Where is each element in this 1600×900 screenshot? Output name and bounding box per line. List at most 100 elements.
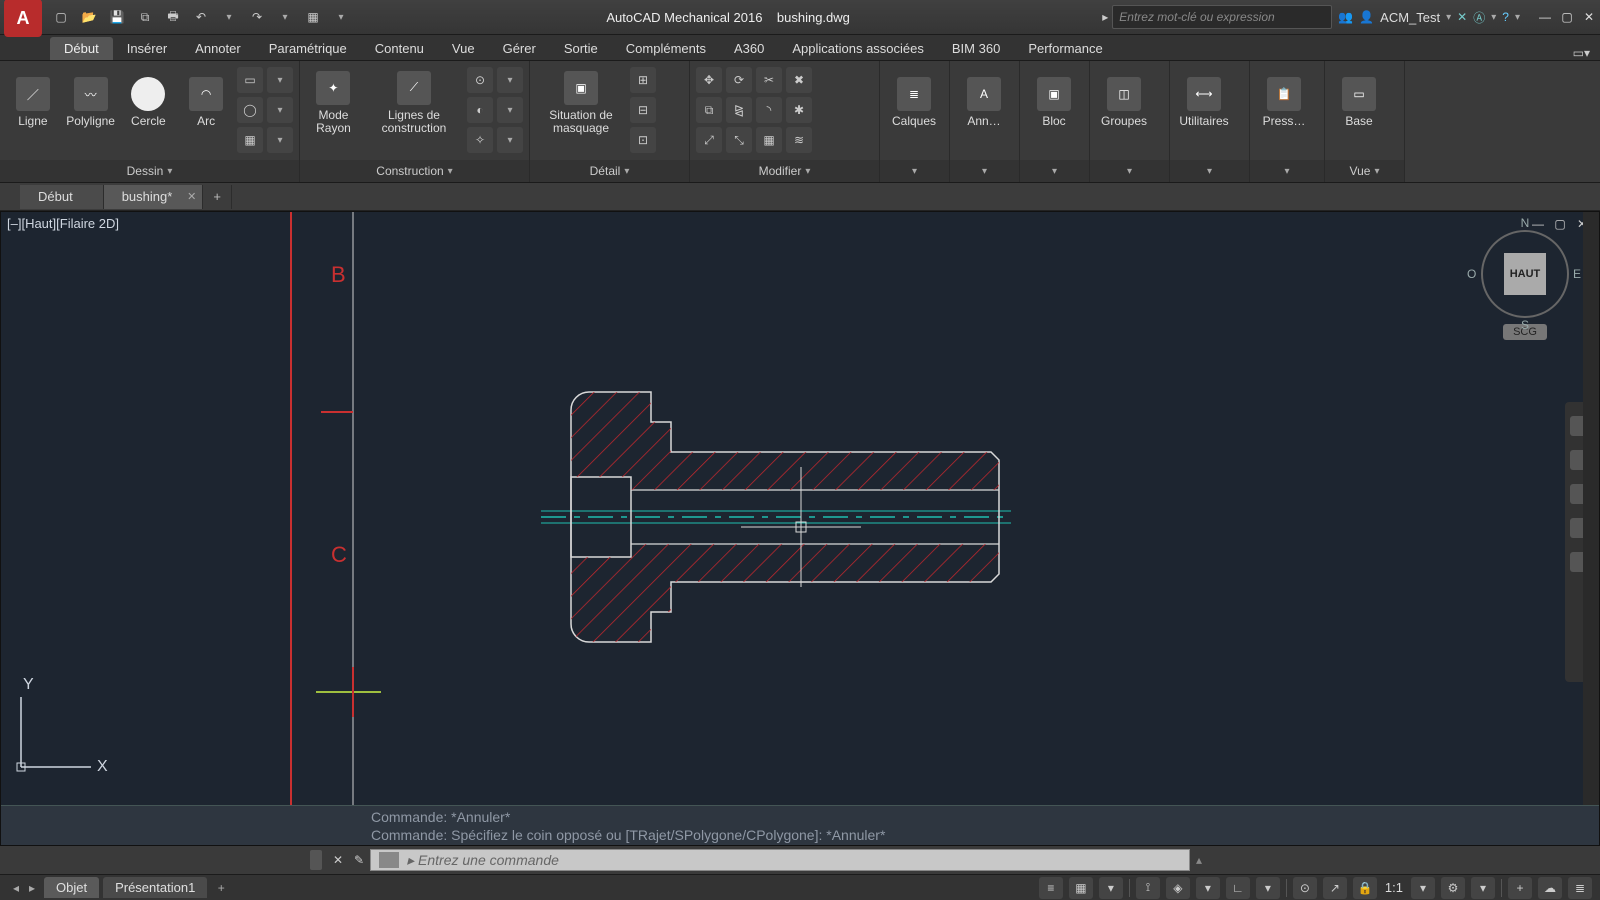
drawing-viewport[interactable]: [–][Haut][Filaire 2D] — ▢ ✕ N S E O HAUT… [0,211,1600,846]
utilitaires-button[interactable]: ⟷Utilitaires [1176,63,1232,143]
layout-scroll-left-icon[interactable]: ◂ [8,881,24,895]
status-grid-icon[interactable]: ▦ [1069,877,1093,899]
status-custom-icon[interactable]: ≣ [1568,877,1592,899]
status-iso-dd-icon[interactable]: ▾ [1196,877,1220,899]
panel-modifier-expand-icon[interactable]: ▾ [805,166,810,177]
tab-vue[interactable]: Vue [438,37,489,60]
undo-dropdown-icon[interactable]: ▾ [216,4,242,30]
help-icon[interactable]: ? [1502,10,1509,24]
maximize-button[interactable]: ▢ [1556,6,1578,28]
tab-applications[interactable]: Applications associées [778,37,938,60]
tab-bim360[interactable]: BIM 360 [938,37,1014,60]
scrollbar-vertical[interactable] [1583,212,1599,829]
tab-contenu[interactable]: Contenu [361,37,438,60]
panel-construction-expand-icon[interactable]: ▾ [448,166,453,177]
constr-d2-icon[interactable]: ▾ [497,97,523,123]
tab-inserer[interactable]: Insérer [113,37,181,60]
tab-performance[interactable]: Performance [1014,37,1116,60]
status-snap-icon[interactable]: ⟟ [1136,877,1160,899]
command-customize-icon[interactable]: ✎ [348,853,370,867]
hatch-tool-icon[interactable]: ▦ [237,127,263,153]
status-cloud-icon[interactable]: ☁ [1538,877,1562,899]
fillet-icon[interactable]: ◝ [756,97,782,123]
offset-icon[interactable]: ≋ [786,127,812,153]
file-tab-bushing[interactable]: bushing*✕ [104,185,204,209]
user-dropdown-icon[interactable]: ▾ [1446,12,1451,23]
panel-annotation-expand-icon[interactable]: ▾ [982,166,987,177]
construction-lines-button[interactable]: ⟋Lignes de construction [365,63,463,143]
signin-icon[interactable]: 👥 [1338,10,1353,24]
groupes-button[interactable]: ◫Groupes [1096,63,1152,143]
status-grid-dd-icon[interactable]: ▾ [1099,877,1123,899]
mode-rayon-button[interactable]: ✦Mode Rayon [306,63,361,143]
rect-tool-icon[interactable]: ▭ [237,67,263,93]
redo-icon[interactable]: ↷ [244,4,270,30]
annotation-button[interactable]: AAnn… [956,63,1012,143]
constr-t1-icon[interactable]: ⊙ [467,67,493,93]
app-logo[interactable]: A [4,0,42,37]
constr-d1-icon[interactable]: ▾ [497,67,523,93]
polyligne-button[interactable]: 〰Polyligne [64,63,118,143]
command-recent-icon[interactable]: ▴ [1190,853,1208,867]
constr-t3-icon[interactable]: ✧ [467,127,493,153]
copy-icon[interactable]: ⧉ [696,97,722,123]
help-search-input[interactable]: Entrez mot-clé ou expression [1112,5,1332,29]
detail-t2-icon[interactable]: ⊟ [630,97,656,123]
viewcube-east[interactable]: E [1573,267,1581,281]
panel-construction-title[interactable]: Construction [376,164,443,178]
bloc-button[interactable]: ▣Bloc [1026,63,1082,143]
calques-button[interactable]: ≣Calques [886,63,942,143]
panel-utilitaires-expand-icon[interactable]: ▾ [1207,166,1212,177]
constr-t2-icon[interactable]: ◐ [467,97,493,123]
move-icon[interactable]: ✥ [696,67,722,93]
status-iso-icon[interactable]: ◈ [1166,877,1190,899]
status-osnap-icon[interactable]: ⊙ [1293,877,1317,899]
minimize-button[interactable]: — [1534,6,1556,28]
panel-detail-expand-icon[interactable]: ▾ [624,166,629,177]
ellipse-tool-icon[interactable]: ◯ [237,97,263,123]
tab-gerer[interactable]: Gérer [489,37,550,60]
stretch-icon[interactable]: ⤢ [696,127,722,153]
new-tab-button[interactable]: + [203,185,232,209]
panel-groupes-expand-icon[interactable]: ▾ [1127,166,1132,177]
ligne-button[interactable]: ／Ligne [6,63,60,143]
scale-icon[interactable]: ⤡ [726,127,752,153]
detail-t3-icon[interactable]: ⊡ [630,127,656,153]
status-lock-icon[interactable]: 🔒 [1353,877,1377,899]
status-otrack-icon[interactable]: ↗ [1323,877,1347,899]
qat-more-icon[interactable]: ▾ [328,4,354,30]
status-scale-dd-icon[interactable]: ▾ [1411,877,1435,899]
tab-debut[interactable]: Début [50,37,113,60]
array-icon[interactable]: ▦ [756,127,782,153]
layout-tab-presentation1[interactable]: Présentation1 [103,877,207,898]
layout-add-icon[interactable]: + [213,881,229,895]
tab-sortie[interactable]: Sortie [550,37,612,60]
constr-d3-icon[interactable]: ▾ [497,127,523,153]
status-scale-text[interactable]: 1:1 [1383,880,1405,895]
status-gear-icon[interactable]: ⚙ [1441,877,1465,899]
layout-scroll-right-icon[interactable]: ▸ [24,881,40,895]
status-model-icon[interactable]: ≡ [1039,877,1063,899]
close-tab-icon[interactable]: ✕ [187,190,196,203]
detail-t1-icon[interactable]: ⊞ [630,67,656,93]
panel-detail-title[interactable]: Détail [590,164,621,178]
save-icon[interactable]: 💾 [104,4,130,30]
panel-modifier-title[interactable]: Modifier [759,164,802,178]
featured-apps-icon[interactable]: ▭▾ [1573,46,1590,60]
draw-drop-1-icon[interactable]: ▾ [267,67,293,93]
mask-button[interactable]: ▣Situation de masquage [536,63,626,143]
base-button[interactable]: ▭Base [1331,63,1387,143]
presse-button[interactable]: 📋Press… [1256,63,1312,143]
draw-drop-3-icon[interactable]: ▾ [267,127,293,153]
layout-tab-objet[interactable]: Objet [44,877,99,898]
command-input[interactable]: ▸ Entrez une commande [370,849,1190,871]
a360-icon[interactable]: Ⓐ [1473,9,1485,26]
exchange-icon[interactable]: ✕ [1457,10,1467,24]
command-close-icon[interactable]: ✕ [328,853,348,867]
status-plus-icon[interactable]: + [1508,877,1532,899]
panel-vue-title[interactable]: Vue [1350,164,1371,178]
panel-dessin-title[interactable]: Dessin [127,164,164,178]
layout-icon[interactable]: ▦ [300,4,326,30]
new-icon[interactable]: ▢ [48,4,74,30]
saveas-icon[interactable]: ⧉ [132,4,158,30]
